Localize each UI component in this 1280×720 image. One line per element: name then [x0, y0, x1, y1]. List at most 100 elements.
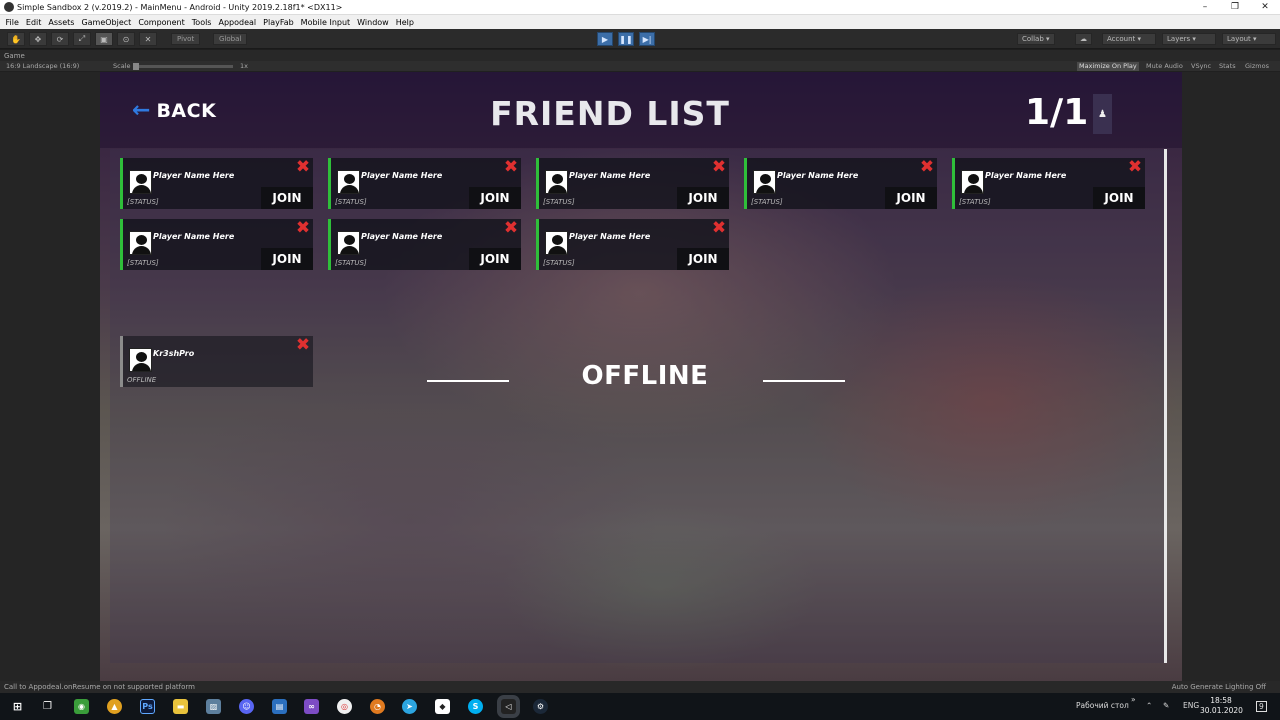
- offline-heading: OFFLINE: [581, 361, 709, 391]
- photos-icon[interactable]: ▨: [206, 699, 221, 714]
- telegram-icon[interactable]: ➤: [402, 699, 417, 714]
- pause-button[interactable]: ❚❚: [618, 32, 634, 46]
- join-button[interactable]: JOIN: [469, 248, 521, 270]
- blender-icon[interactable]: ◔: [370, 699, 385, 714]
- remove-friend-icon[interactable]: ✖: [295, 220, 311, 237]
- menu-assets[interactable]: Assets: [45, 18, 78, 27]
- layers-dropdown[interactable]: Layers ▾: [1162, 33, 1216, 45]
- join-button[interactable]: JOIN: [261, 248, 313, 270]
- offline-divider-right: [763, 380, 845, 382]
- desktop-label[interactable]: Рабочий стол: [1076, 701, 1129, 710]
- global-toggle[interactable]: Global: [213, 33, 248, 45]
- cloud-icon[interactable]: ☁: [1075, 33, 1092, 45]
- collab-dropdown[interactable]: Collab ▾: [1017, 33, 1055, 45]
- close-button[interactable]: ✕: [1250, 0, 1280, 15]
- hand-tool-icon[interactable]: ✋: [7, 32, 25, 46]
- friend-status: [STATUS]: [751, 198, 783, 206]
- tray-expand-icon[interactable]: ⌃: [1146, 701, 1152, 710]
- friend-status: [STATUS]: [335, 259, 367, 267]
- window-titlebar: Simple Sandbox 2 (v.2019.2) - MainMenu -…: [0, 0, 1280, 15]
- unity-toolbar: ✋ ✥ ⟳ ⤢ ▣ ⊙ ✕ Pivot Global ▶ ❚❚ ▶| Colla…: [0, 29, 1280, 49]
- remove-friend-icon[interactable]: ✖: [295, 159, 311, 176]
- discord-icon[interactable]: ☺: [239, 699, 254, 714]
- remove-friend-icon[interactable]: ✖: [919, 159, 935, 176]
- game-viewport: ← BACK FRIEND LIST 1/1 ♟ Player Name Her…: [0, 72, 1280, 681]
- taskbar-clock[interactable]: 18:58 30.01.2020: [1200, 696, 1243, 716]
- network-icon[interactable]: ✎: [1163, 701, 1169, 710]
- menu-appodeal[interactable]: Appodeal: [215, 18, 260, 27]
- console-message[interactable]: Call to Appodeal.onResume on not support…: [4, 683, 195, 691]
- avatar-icon: [337, 170, 360, 194]
- remove-friend-icon[interactable]: ✖: [711, 220, 727, 237]
- offline-friend-card: Kr3shPro OFFLINE ✖: [120, 336, 313, 387]
- maximize-on-play-toggle[interactable]: Maximize On Play: [1077, 62, 1139, 71]
- game-tab[interactable]: Game: [0, 50, 1280, 61]
- remove-friend-icon[interactable]: ✖: [1127, 159, 1143, 176]
- menu-gameobject[interactable]: GameObject: [78, 18, 135, 27]
- friend-list-panel: Player Name Here [STATUS] JOIN ✖ Player …: [110, 149, 1167, 663]
- friend-status: [STATUS]: [127, 198, 159, 206]
- friend-card: Player Name Here [STATUS] JOIN ✖: [120, 219, 313, 270]
- menu-component[interactable]: Component: [135, 18, 188, 27]
- pivot-toggle[interactable]: Pivot: [171, 33, 201, 45]
- android-app-icon[interactable]: ◉: [74, 699, 89, 714]
- start-windows-icon[interactable]: ⊞: [10, 699, 25, 714]
- friend-name: Player Name Here: [153, 232, 235, 241]
- visual-studio-icon[interactable]: ∞: [304, 699, 319, 714]
- skype-icon[interactable]: S: [468, 699, 483, 714]
- join-button[interactable]: JOIN: [469, 187, 521, 209]
- join-button[interactable]: JOIN: [677, 248, 729, 270]
- join-button[interactable]: JOIN: [677, 187, 729, 209]
- app-triangle-icon[interactable]: ▲: [107, 699, 122, 714]
- transform-tool-icon[interactable]: ⊙: [117, 32, 135, 46]
- join-button[interactable]: JOIN: [261, 187, 313, 209]
- menu-playfab[interactable]: PlayFab: [260, 18, 298, 27]
- menu-help[interactable]: Help: [392, 18, 417, 27]
- unity-hub-icon[interactable]: ◆: [435, 699, 450, 714]
- gizmos-toggle[interactable]: Gizmos: [1243, 62, 1271, 71]
- friend-status: [STATUS]: [335, 198, 367, 206]
- menu-tools[interactable]: Tools: [188, 18, 215, 27]
- game-view-toolbar: 16:9 Landscape (16:9) Scale 1x Maximize …: [0, 61, 1280, 72]
- maximize-button[interactable]: ❐: [1220, 0, 1250, 15]
- file-explorer-icon[interactable]: ▬: [173, 699, 188, 714]
- friend-name: Player Name Here: [569, 171, 651, 180]
- step-button[interactable]: ▶|: [639, 32, 655, 46]
- custom-tool-icon[interactable]: ✕: [139, 32, 157, 46]
- chrome-icon[interactable]: ◎: [337, 699, 352, 714]
- screen-title: FRIEND LIST: [490, 94, 730, 133]
- unity-editor-icon[interactable]: ◁: [501, 699, 516, 714]
- remove-friend-icon[interactable]: ✖: [503, 159, 519, 176]
- join-button[interactable]: JOIN: [885, 187, 937, 209]
- account-dropdown[interactable]: Account ▾: [1102, 33, 1156, 45]
- menu-edit[interactable]: Edit: [22, 18, 45, 27]
- stats-toggle[interactable]: Stats: [1217, 62, 1238, 71]
- remove-friend-icon[interactable]: ✖: [711, 159, 727, 176]
- add-friend-icon[interactable]: ♟: [1093, 94, 1112, 134]
- photoshop-icon[interactable]: Ps: [140, 699, 155, 714]
- vsync-toggle[interactable]: VSync: [1189, 62, 1213, 71]
- steam-icon[interactable]: ⚙: [533, 699, 548, 714]
- scale-slider-handle[interactable]: [133, 63, 139, 70]
- task-view-icon[interactable]: ❐: [40, 699, 55, 714]
- remove-friend-icon[interactable]: ✖: [503, 220, 519, 237]
- scale-slider[interactable]: [133, 63, 233, 70]
- friend-name: Player Name Here: [569, 232, 651, 241]
- layout-dropdown[interactable]: Layout ▾: [1222, 33, 1276, 45]
- blue-app-icon[interactable]: ▤: [272, 699, 287, 714]
- aspect-dropdown[interactable]: 16:9 Landscape (16:9): [6, 62, 79, 70]
- remove-friend-icon[interactable]: ✖: [295, 337, 311, 354]
- move-tool-icon[interactable]: ✥: [29, 32, 47, 46]
- language-indicator[interactable]: ENG: [1183, 701, 1199, 710]
- rotate-tool-icon[interactable]: ⟳: [51, 32, 69, 46]
- menu-mobile-input[interactable]: Mobile Input: [297, 18, 354, 27]
- minimize-button[interactable]: –: [1190, 0, 1220, 15]
- join-button[interactable]: JOIN: [1093, 187, 1145, 209]
- mute-audio-toggle[interactable]: Mute Audio: [1144, 62, 1185, 71]
- scale-tool-icon[interactable]: ⤢: [73, 32, 91, 46]
- menu-file[interactable]: File: [2, 18, 22, 27]
- play-button[interactable]: ▶: [597, 32, 613, 46]
- menu-window[interactable]: Window: [354, 18, 393, 27]
- notifications-icon[interactable]: 9: [1256, 701, 1267, 712]
- rect-tool-icon[interactable]: ▣: [95, 32, 113, 46]
